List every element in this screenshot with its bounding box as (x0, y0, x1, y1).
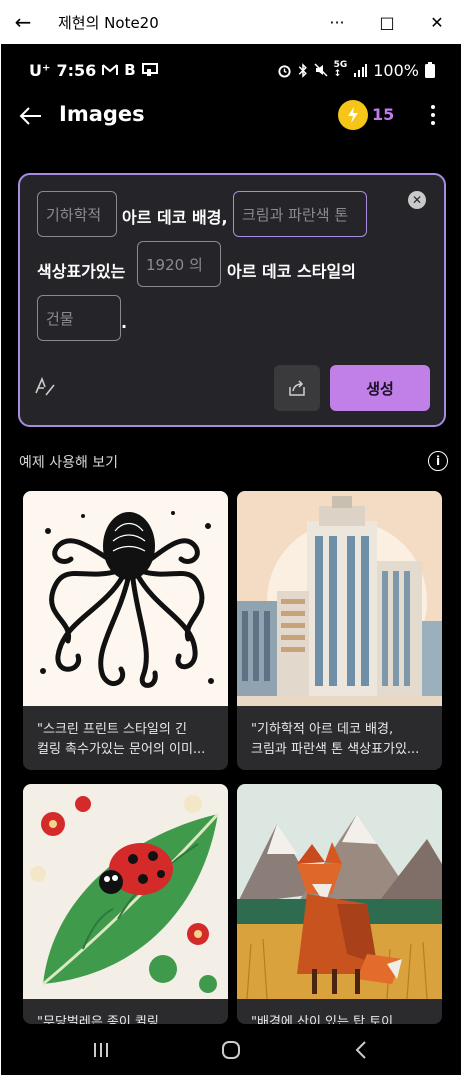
phone-screen: U⁺ 7:56 B 5G ↕ 100% Images 15 기하학적 아르 데코 … (1, 44, 461, 1075)
alarm-icon (278, 64, 291, 78)
ladybug-quilling-image (23, 784, 228, 999)
fox-mountains-image (237, 784, 442, 999)
carrier-label: U⁺ (29, 60, 51, 80)
lightning-coin-icon[interactable] (338, 100, 368, 130)
window-close-button[interactable]: ✕ (412, 0, 462, 44)
examples-heading: 예제 사용해 보기 (19, 455, 119, 471)
5g-icon: 5G ↕ (333, 60, 348, 79)
b-icon: B (124, 61, 136, 79)
example-card[interactable]: "기하학적 아르 데코 배경, 크림과 파란색 톤 색상표가있... (237, 491, 442, 770)
share-button[interactable] (274, 365, 320, 411)
card-caption: "기하학적 아르 데코 배경, 크림과 파란색 톤 색상표가있... (251, 722, 420, 757)
nav-back-icon[interactable] (341, 1036, 381, 1064)
signal-icon (354, 64, 368, 77)
octopus-image (23, 491, 228, 706)
prompt-text-4: . (121, 313, 128, 332)
battery-percent: 100% (373, 60, 419, 80)
card-caption: "배경에 산이 있는 탑 토이 (251, 1015, 394, 1024)
window-more-button[interactable]: ··· (312, 0, 362, 44)
prompt-text-3: 아르 데코 스타일의 (227, 262, 356, 281)
example-card[interactable]: "배경에 산이 있는 탑 토이 (237, 784, 442, 1024)
card-caption: "무당벌레은 종이 퀼링 (37, 1015, 159, 1024)
card-caption: "스크린 프린트 스타일의 긴 컬링 촉수가있는 문어의 이미... (37, 722, 206, 757)
recents-icon[interactable] (81, 1036, 121, 1064)
prompt-text-1: 아르 데코 배경, (122, 208, 228, 227)
clock: 7:56 (56, 60, 97, 80)
screen-icon (141, 63, 158, 76)
example-card[interactable]: "무당벌레은 종이 퀼링 (23, 784, 228, 1024)
android-nav-bar (1, 1024, 461, 1075)
example-card[interactable]: "스크린 프린트 스타일의 긴 컬링 촉수가있는 문어의 이미... (23, 491, 228, 770)
prompt-text-2: 색상표가있는 (37, 262, 126, 281)
gmail-icon (102, 64, 119, 75)
edit-pen-icon[interactable] (34, 375, 56, 397)
more-options-icon[interactable] (424, 100, 442, 130)
window-back-button[interactable]: ← (0, 10, 46, 34)
mute-icon (314, 63, 328, 77)
window-title: 제현의 Note20 (58, 13, 159, 32)
status-bar: U⁺ 7:56 B 5G ↕ 100% (1, 56, 461, 84)
app-bar: Images 15 (1, 96, 461, 136)
prompt-slot-era[interactable]: 1920 의 (137, 241, 221, 287)
battery-icon (425, 62, 435, 78)
art-deco-building-image (237, 491, 442, 706)
bluetooth-icon (298, 62, 307, 78)
clear-button[interactable]: ✕ (408, 191, 426, 209)
prompt-slot-color[interactable]: 크림과 파란색 톤 (233, 191, 367, 237)
page-title: Images (59, 102, 145, 126)
home-icon[interactable] (211, 1036, 251, 1064)
info-icon[interactable]: i (428, 451, 448, 471)
prompt-slot-subject[interactable]: 건물 (37, 295, 121, 341)
prompt-slot-style[interactable]: 기하학적 (37, 191, 117, 237)
share-icon (289, 380, 305, 396)
generate-button[interactable]: 생성 (330, 365, 430, 411)
credit-count: 15 (372, 105, 395, 124)
back-arrow-icon[interactable] (17, 102, 45, 130)
window-maximize-button[interactable]: □ (362, 0, 412, 44)
window-titlebar: ← 제현의 Note20 ··· □ ✕ (0, 0, 462, 44)
prompt-editor: 기하학적 아르 데코 배경, 크림과 파란색 톤 색상표가있는 1920 의 아… (18, 173, 446, 427)
